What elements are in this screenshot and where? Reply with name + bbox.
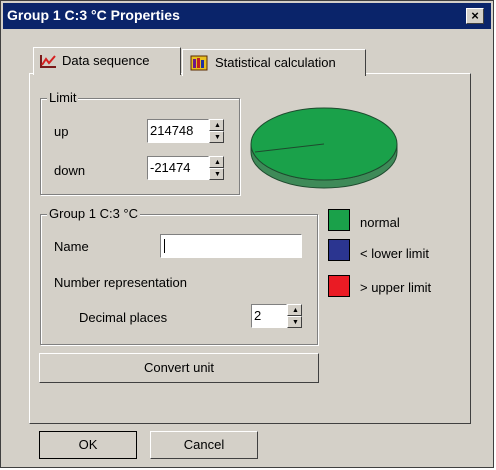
limit-group-title: Limit [47, 90, 79, 105]
up-label: up [54, 124, 69, 139]
pie-chart [250, 107, 398, 189]
lower-limit-spinner[interactable]: ▲ ▼ [209, 156, 224, 180]
legend-label-normal: normal [360, 215, 400, 230]
decimal-places-field[interactable]: 2 [251, 304, 287, 328]
chart-line-icon [39, 53, 57, 72]
name-label: Name [54, 239, 89, 254]
upper-limit-spinner[interactable]: ▲ ▼ [209, 119, 224, 143]
tab-label: Data sequence [62, 53, 150, 68]
number-representation-label: Number representation [54, 275, 187, 290]
spin-up-button[interactable]: ▲ [209, 156, 224, 168]
cancel-button[interactable]: Cancel [150, 431, 258, 459]
spin-down-button[interactable]: ▼ [287, 316, 302, 328]
spin-up-button[interactable]: ▲ [287, 304, 302, 316]
spin-down-button[interactable]: ▼ [209, 168, 224, 180]
tab-label: Statistical calculation [215, 55, 336, 70]
tab-data-sequence[interactable]: Data sequence [33, 47, 181, 75]
channel-group-title: Group 1 C:3 °C [47, 206, 141, 221]
window-title: Group 1 C:3 °C Properties [7, 7, 180, 23]
limit-group: Limit [40, 90, 240, 195]
convert-unit-button[interactable]: Convert unit [39, 353, 319, 383]
name-input[interactable] [160, 234, 302, 258]
ok-label: OK [78, 437, 98, 452]
lower-limit-field[interactable]: -21474 [147, 156, 209, 180]
statistics-icon [190, 54, 208, 75]
legend-label-upper: > upper limit [360, 280, 432, 295]
ok-button[interactable]: OK [39, 431, 137, 459]
text-cursor [164, 239, 165, 253]
legend-label-lower: < lower limit [360, 246, 429, 261]
properties-dialog: Group 1 C:3 °C Properties × Data sequenc… [0, 0, 494, 468]
close-button[interactable]: × [466, 8, 484, 24]
legend-swatch-lower [328, 239, 350, 261]
down-label: down [54, 163, 86, 178]
spin-up-button[interactable]: ▲ [209, 119, 224, 131]
tab-statistical-calculation[interactable]: Statistical calculation [182, 49, 366, 76]
legend-swatch-upper [328, 275, 350, 297]
upper-limit-field[interactable]: 214748 [147, 119, 209, 143]
decimal-places-label: Decimal places [79, 310, 168, 325]
spin-down-button[interactable]: ▼ [209, 131, 224, 143]
title-bar[interactable]: Group 1 C:3 °C Properties × [3, 3, 491, 29]
decimal-places-spinner[interactable]: ▲ ▼ [287, 304, 302, 328]
legend-swatch-normal [328, 209, 350, 231]
